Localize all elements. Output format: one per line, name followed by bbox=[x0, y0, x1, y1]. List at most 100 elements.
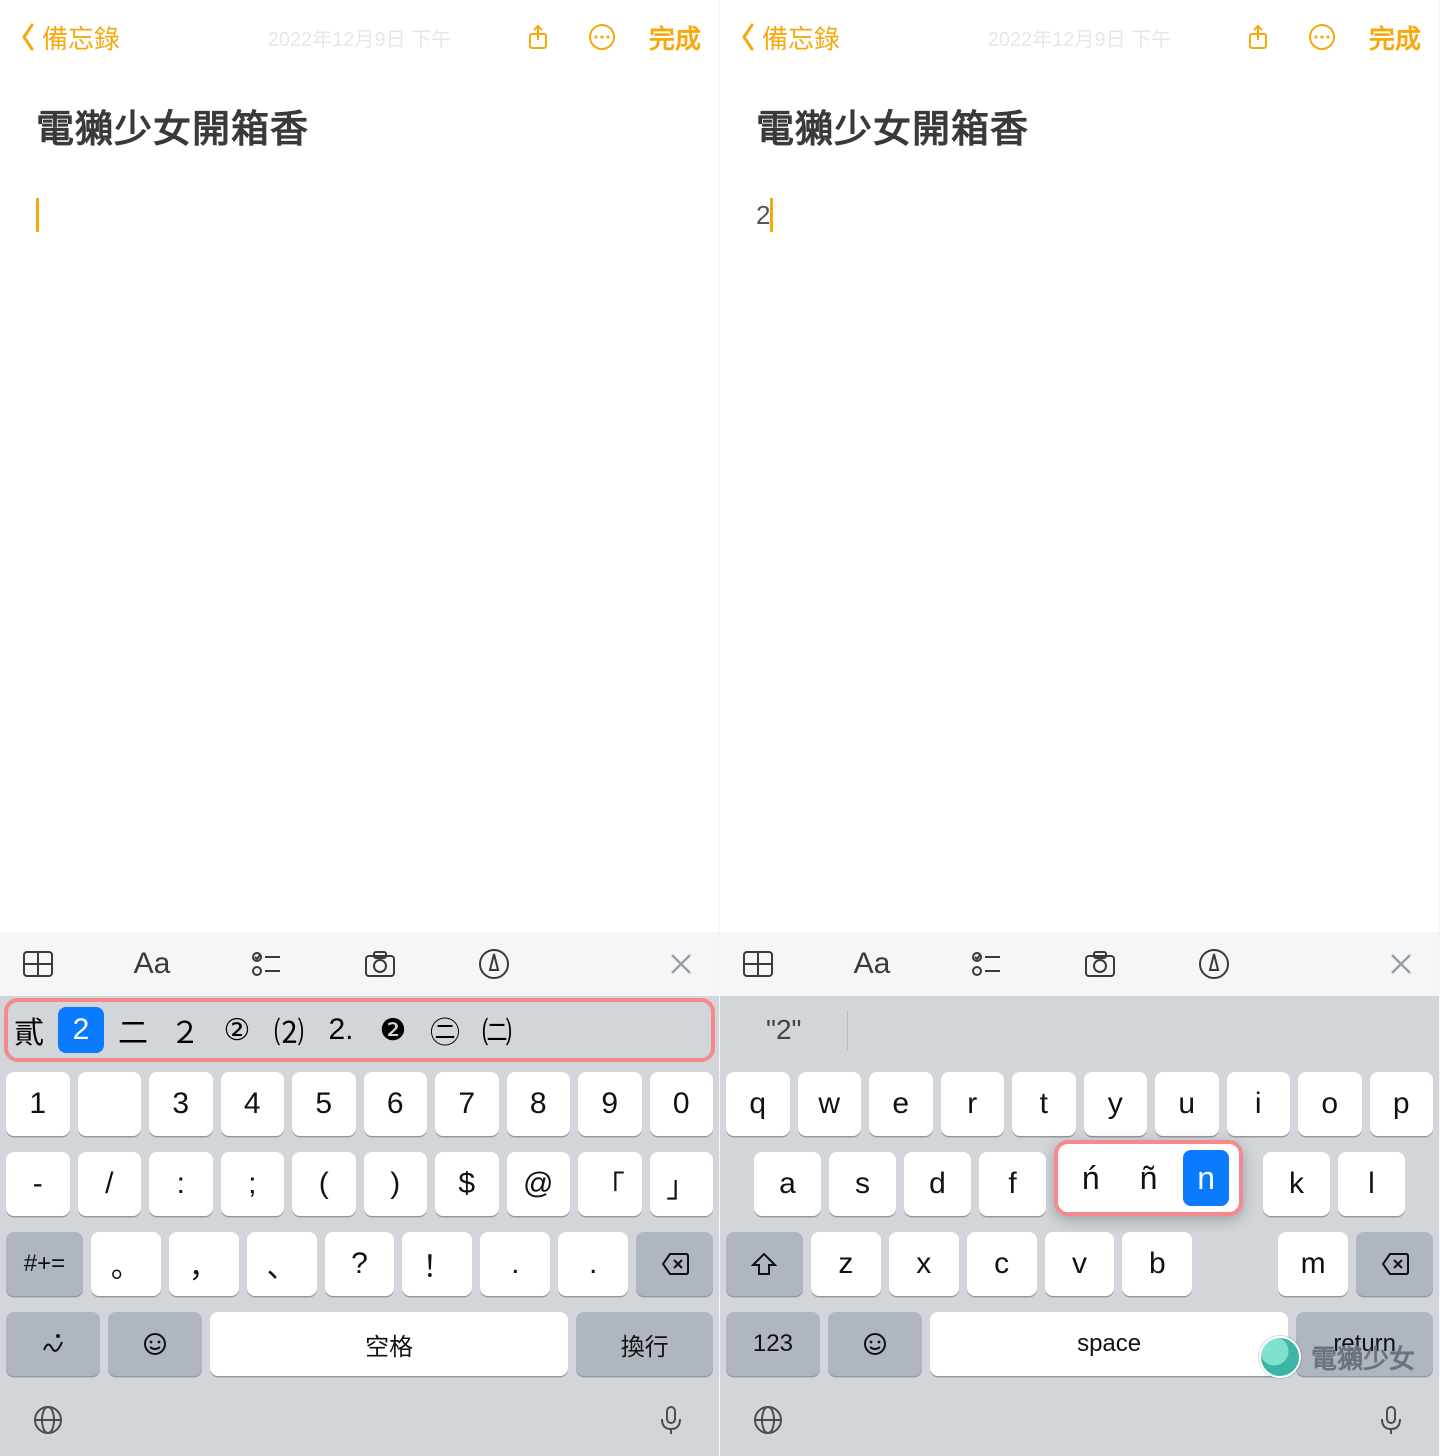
text-format-button[interactable]: Aa bbox=[132, 944, 172, 984]
key-p[interactable]: p bbox=[1370, 1072, 1434, 1136]
done-button[interactable]: 完成 bbox=[649, 19, 701, 56]
key-rbracket-cjk[interactable]: 」 bbox=[650, 1152, 714, 1216]
candidate[interactable]: 貳 bbox=[6, 1007, 52, 1053]
markup-icon[interactable] bbox=[474, 944, 514, 984]
key-at[interactable]: @ bbox=[507, 1152, 571, 1216]
candidate[interactable]: ② bbox=[214, 1007, 260, 1053]
key-space[interactable]: 空格 bbox=[210, 1312, 569, 1376]
checklist-icon[interactable] bbox=[246, 944, 286, 984]
key-lparen[interactable]: ( bbox=[292, 1152, 356, 1216]
key-delete[interactable] bbox=[636, 1232, 713, 1296]
n-long-press-popup[interactable]: ń ñ n bbox=[1054, 1140, 1243, 1216]
key-r[interactable]: r bbox=[941, 1072, 1005, 1136]
key-123[interactable]: 123 bbox=[726, 1312, 820, 1376]
key-space[interactable]: space bbox=[930, 1312, 1289, 1376]
camera-icon[interactable] bbox=[360, 944, 400, 984]
key-handwriting[interactable] bbox=[6, 1312, 100, 1376]
back-button[interactable]: 備忘錄 bbox=[18, 19, 120, 56]
back-button[interactable]: 備忘錄 bbox=[738, 19, 840, 56]
globe-icon[interactable] bbox=[28, 1400, 68, 1440]
note-body[interactable]: 電獺少女開箱香 2 bbox=[720, 74, 1439, 932]
note-body[interactable]: 電獺少女開箱香 bbox=[0, 74, 719, 932]
candidate[interactable]: ㈡ bbox=[474, 1007, 520, 1053]
key-enum-comma[interactable]: 、 bbox=[247, 1232, 317, 1296]
key-q[interactable]: q bbox=[726, 1072, 790, 1136]
key-y[interactable]: y bbox=[1084, 1072, 1148, 1136]
checklist-icon[interactable] bbox=[966, 944, 1006, 984]
key-a[interactable]: a bbox=[754, 1152, 821, 1216]
key-delete[interactable] bbox=[1356, 1232, 1433, 1296]
key-period-cjk[interactable]: 。 bbox=[91, 1232, 161, 1296]
key-question[interactable]: ? bbox=[325, 1232, 395, 1296]
key-s[interactable]: s bbox=[829, 1152, 896, 1216]
share-icon[interactable] bbox=[521, 20, 555, 54]
popup-option[interactable]: ñ bbox=[1125, 1150, 1171, 1206]
candidate-row[interactable]: "2" bbox=[720, 996, 1439, 1064]
camera-icon[interactable] bbox=[1080, 944, 1120, 984]
key-emoji[interactable] bbox=[828, 1312, 922, 1376]
key-4[interactable]: 4 bbox=[221, 1072, 285, 1136]
key-d[interactable]: d bbox=[904, 1152, 971, 1216]
key-8[interactable]: 8 bbox=[507, 1072, 571, 1136]
key-l[interactable]: l bbox=[1338, 1152, 1405, 1216]
key-i[interactable]: i bbox=[1227, 1072, 1291, 1136]
candidate-quoted[interactable]: "2" bbox=[726, 1014, 841, 1046]
key-dot[interactable]: . bbox=[480, 1232, 550, 1296]
key-semicolon[interactable]: ; bbox=[221, 1152, 285, 1216]
key-return[interactable]: 換行 bbox=[576, 1312, 713, 1376]
candidate[interactable]: 二 bbox=[110, 1007, 156, 1053]
key-t[interactable]: t bbox=[1012, 1072, 1076, 1136]
key-f[interactable]: f bbox=[979, 1152, 1046, 1216]
done-button[interactable]: 完成 bbox=[1369, 19, 1421, 56]
key-dash[interactable]: - bbox=[6, 1152, 70, 1216]
key-dollar[interactable]: $ bbox=[435, 1152, 499, 1216]
table-icon[interactable] bbox=[18, 944, 58, 984]
key-emoji[interactable] bbox=[108, 1312, 202, 1376]
key-comma-cjk[interactable]: ， bbox=[169, 1232, 239, 1296]
key-dot2[interactable]: . bbox=[558, 1232, 628, 1296]
key-slash[interactable]: / bbox=[78, 1152, 142, 1216]
candidate[interactable]: ２ bbox=[162, 1007, 208, 1053]
share-icon[interactable] bbox=[1241, 20, 1275, 54]
key-w[interactable]: w bbox=[798, 1072, 862, 1136]
key-o[interactable]: o bbox=[1298, 1072, 1362, 1136]
key-lbracket-cjk[interactable]: 「 bbox=[578, 1152, 642, 1216]
key-1[interactable]: 1 bbox=[6, 1072, 70, 1136]
key-u[interactable]: u bbox=[1155, 1072, 1219, 1136]
key-rparen[interactable]: ) bbox=[364, 1152, 428, 1216]
candidate[interactable]: ㊁ bbox=[422, 1007, 468, 1053]
text-format-button[interactable]: Aa bbox=[852, 944, 892, 984]
close-icon[interactable] bbox=[661, 944, 701, 984]
candidate-row[interactable]: 貳 2 二 ２ ② ⑵ 2. ❷ ㊁ ㈡ bbox=[0, 996, 719, 1064]
candidate[interactable]: 2. bbox=[318, 1007, 364, 1053]
key-7[interactable]: 7 bbox=[435, 1072, 499, 1136]
key-c[interactable]: c bbox=[967, 1232, 1037, 1296]
more-icon[interactable] bbox=[585, 20, 619, 54]
key-x[interactable]: x bbox=[889, 1232, 959, 1296]
key-k[interactable]: k bbox=[1263, 1152, 1330, 1216]
popup-option[interactable]: ń bbox=[1068, 1150, 1114, 1206]
key-b[interactable]: b bbox=[1122, 1232, 1192, 1296]
mic-icon[interactable] bbox=[651, 1400, 691, 1440]
key-9[interactable]: 9 bbox=[578, 1072, 642, 1136]
markup-icon[interactable] bbox=[1194, 944, 1234, 984]
key-6[interactable]: 6 bbox=[364, 1072, 428, 1136]
key-shift[interactable] bbox=[726, 1232, 803, 1296]
key-z[interactable]: z bbox=[811, 1232, 881, 1296]
candidate[interactable]: ⑵ bbox=[266, 1007, 312, 1053]
key-exclaim[interactable]: ！ bbox=[402, 1232, 472, 1296]
key-e[interactable]: e bbox=[869, 1072, 933, 1136]
key-blank[interactable] bbox=[78, 1072, 142, 1136]
more-icon[interactable] bbox=[1305, 20, 1339, 54]
key-5[interactable]: 5 bbox=[292, 1072, 356, 1136]
key-colon[interactable]: : bbox=[149, 1152, 213, 1216]
key-3[interactable]: 3 bbox=[149, 1072, 213, 1136]
mic-icon[interactable] bbox=[1371, 1400, 1411, 1440]
key-v[interactable]: v bbox=[1045, 1232, 1115, 1296]
key-symbols-mode[interactable]: #+= bbox=[6, 1232, 83, 1296]
key-0[interactable]: 0 bbox=[650, 1072, 714, 1136]
close-icon[interactable] bbox=[1381, 944, 1421, 984]
key-m[interactable]: m bbox=[1278, 1232, 1348, 1296]
popup-option-selected[interactable]: n bbox=[1183, 1150, 1229, 1206]
candidate-selected[interactable]: 2 bbox=[58, 1007, 104, 1053]
